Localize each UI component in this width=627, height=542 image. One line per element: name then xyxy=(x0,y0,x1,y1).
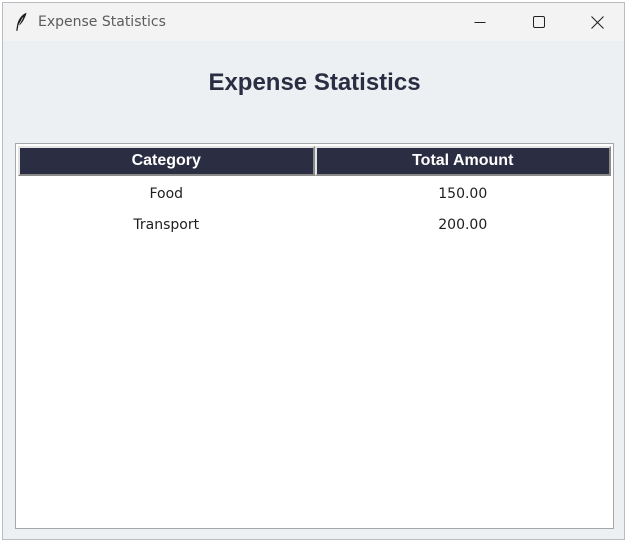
app-window: Expense Statistics Expense Statistics Ca… xyxy=(2,2,625,540)
feather-icon xyxy=(16,12,27,31)
maximize-icon xyxy=(533,16,545,28)
cell-total-amount: 150.00 xyxy=(438,185,488,202)
cell-category: Food xyxy=(149,185,184,202)
close-icon xyxy=(590,15,604,29)
column-header-category[interactable]: Category xyxy=(18,146,315,176)
table-body: Food 150.00 Transport 200.00 xyxy=(18,178,611,240)
page-title: Expense Statistics xyxy=(208,69,421,96)
expense-table[interactable]: Category Total Amount Food 150.00 Transp… xyxy=(15,143,614,529)
maximize-button[interactable] xyxy=(516,3,562,41)
table-header: Category Total Amount xyxy=(18,146,611,176)
minimize-button[interactable] xyxy=(457,3,503,41)
table-row[interactable]: Food 150.00 xyxy=(18,178,611,209)
column-header-total-amount[interactable]: Total Amount xyxy=(314,146,611,176)
window-title: Expense Statistics xyxy=(38,14,166,30)
table-row[interactable]: Transport 200.00 xyxy=(18,209,611,240)
cell-total-amount: 200.00 xyxy=(438,216,488,233)
title-bar[interactable]: Expense Statistics xyxy=(3,3,624,41)
cell-category: Transport xyxy=(133,216,200,233)
minimize-icon xyxy=(474,22,486,23)
close-button[interactable] xyxy=(574,3,620,41)
